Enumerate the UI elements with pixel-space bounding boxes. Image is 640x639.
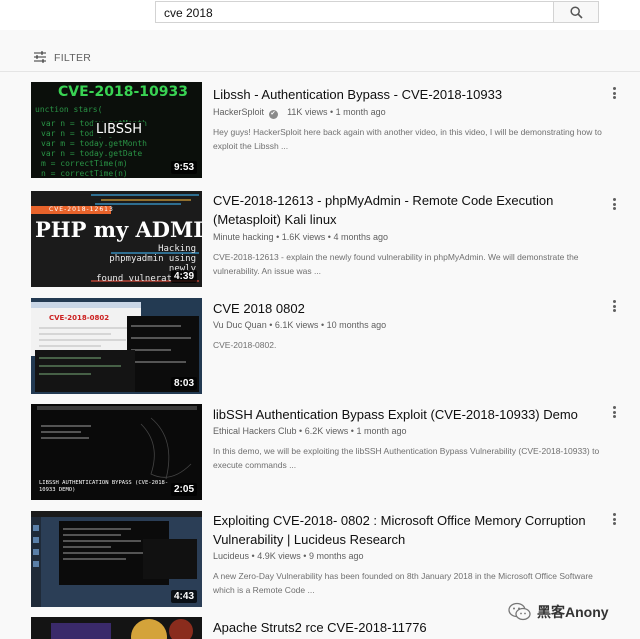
view-count: 6.2K views bbox=[304, 426, 349, 436]
channel-name[interactable]: Lucideus bbox=[213, 551, 249, 561]
view-count: 11K views bbox=[287, 107, 328, 117]
channel-name[interactable]: Ethical Hackers Club bbox=[213, 426, 297, 436]
svg-text:var m = today.getMonth: var m = today.getMonth bbox=[41, 139, 147, 148]
view-count: 4.9K views bbox=[257, 551, 301, 561]
video-meta: Minute hacking • 1.6K views • 4 months a… bbox=[213, 232, 388, 242]
video-result[interactable]: unction stars( var n = today.getMonth va… bbox=[0, 82, 640, 182]
video-title[interactable]: Libssh - Authentication Bypass - CVE-201… bbox=[213, 85, 603, 104]
youtube-search-results-page: cve 2018 FILTER unction stars( var n = v… bbox=[0, 0, 640, 639]
more-options-icon[interactable] bbox=[608, 196, 620, 212]
video-meta: Ethical Hackers Club • 6.2K views • 1 mo… bbox=[213, 426, 406, 436]
thumbnail-subtitle: LIBSSH bbox=[93, 122, 146, 137]
upload-age: 1 month ago bbox=[356, 426, 407, 436]
more-options-icon[interactable] bbox=[608, 85, 620, 101]
svg-text:n = correctTime(n): n = correctTime(n) bbox=[41, 169, 128, 178]
video-title[interactable]: CVE 2018 0802 bbox=[213, 299, 603, 318]
meta-separator: • bbox=[299, 426, 303, 436]
view-count: 1.6K views bbox=[281, 232, 326, 242]
video-title[interactable]: Exploiting CVE-2018- 0802 : Microsoft Of… bbox=[213, 511, 603, 549]
filter-row[interactable]: FILTER bbox=[0, 44, 640, 72]
channel-name[interactable]: Minute hacking bbox=[213, 232, 274, 242]
watermark-text: 黑客Anony bbox=[537, 604, 609, 620]
video-duration: 8:03 bbox=[170, 377, 197, 390]
video-thumbnail[interactable]: LIBSSH AUTHENTICATION BYPASS (CVE-2018-1… bbox=[31, 404, 202, 500]
meta-separator: • bbox=[329, 107, 334, 117]
video-meta: Lucideus • 4.9K views • 9 months ago bbox=[213, 551, 363, 561]
video-thumbnail[interactable]: 4:43 bbox=[31, 511, 202, 607]
video-result[interactable]: 4:43 Exploiting CVE-2018- 0802 : Microso… bbox=[0, 511, 640, 611]
more-options-icon[interactable] bbox=[608, 511, 620, 527]
verified-icon: ✔ bbox=[268, 110, 278, 119]
thumbnail-banner: CVE-2018-12613 bbox=[49, 206, 114, 213]
video-duration: 2:05 bbox=[170, 483, 197, 496]
channel-name[interactable]: Vu Duc Quan bbox=[213, 320, 267, 330]
video-description: CVE-2018-0802. bbox=[213, 340, 277, 350]
video-description: Hey guys! HackerSploit here back again w… bbox=[213, 127, 602, 151]
thumbnail-title: PHP my ADMIN bbox=[35, 217, 202, 242]
meta-separator: • bbox=[320, 320, 325, 330]
video-duration: 9:53 bbox=[170, 161, 197, 174]
search-icon bbox=[569, 5, 583, 19]
video-thumbnail[interactable]: CVE-2018-12613 PHP my ADMIN Hacking phpm… bbox=[31, 191, 202, 287]
search-input[interactable]: cve 2018 bbox=[155, 1, 554, 23]
svg-text:var n = today.getDate: var n = today.getDate bbox=[41, 149, 142, 158]
search-button[interactable] bbox=[553, 1, 599, 23]
video-title[interactable]: libSSH Authentication Bypass Exploit (CV… bbox=[213, 405, 603, 424]
filter-label[interactable]: FILTER bbox=[54, 52, 91, 64]
video-title[interactable]: CVE-2018-12613 - phpMyAdmin - Remote Cod… bbox=[213, 191, 603, 229]
upload-age: 9 months ago bbox=[308, 551, 364, 561]
video-thumbnail[interactable]: CVE-2018-0802 8:03 bbox=[31, 298, 202, 394]
more-options-icon[interactable] bbox=[608, 404, 620, 420]
meta-separator: • bbox=[269, 320, 273, 330]
video-duration: 4:43 bbox=[170, 590, 197, 603]
view-count: 6.1K views bbox=[274, 320, 319, 330]
meta-separator: • bbox=[251, 551, 255, 561]
meta-separator: • bbox=[350, 426, 354, 436]
top-bar: cve 2018 bbox=[0, 0, 640, 30]
svg-text:unction stars(: unction stars( bbox=[35, 105, 102, 114]
video-result[interactable]: CVE-2018-12613 PHP my ADMIN Hacking phpm… bbox=[0, 191, 640, 291]
watermark: 黑客Anony bbox=[508, 600, 628, 624]
thumbnail-image bbox=[31, 617, 202, 639]
thumbnail-title: CVE-2018-10933 bbox=[58, 84, 188, 100]
video-result[interactable]: LIBSSH AUTHENTICATION BYPASS (CVE-2018-1… bbox=[0, 404, 640, 504]
video-result[interactable]: CVE-2018-0802 8:03 CVE 2018 0802 Vu Duc … bbox=[0, 298, 640, 398]
meta-separator bbox=[282, 107, 285, 117]
video-meta: HackerSploit ✔ 11K views • 1 month ago bbox=[213, 107, 386, 119]
filter-icon bbox=[34, 51, 46, 63]
upload-age: 4 months ago bbox=[333, 232, 388, 242]
upload-age: 10 months ago bbox=[326, 320, 387, 330]
video-thumbnail[interactable] bbox=[31, 617, 202, 639]
svg-text:m = correctTime(m): m = correctTime(m) bbox=[41, 159, 128, 168]
thumbnail-title: CVE-2018-0802 bbox=[49, 314, 110, 322]
video-duration: 4:39 bbox=[170, 270, 197, 283]
meta-separator: • bbox=[303, 551, 307, 561]
upload-age: 1 month ago bbox=[335, 107, 386, 117]
thumbnail-caption: LIBSSH AUTHENTICATION BYPASS (CVE-2018-1… bbox=[39, 480, 169, 493]
channel-name[interactable]: HackerSploit bbox=[213, 107, 264, 117]
wechat-icon bbox=[508, 602, 531, 621]
video-description: In this demo, we will be exploiting the … bbox=[213, 446, 600, 470]
video-meta: Vu Duc Quan • 6.1K views • 10 months ago bbox=[213, 320, 386, 330]
meta-separator: • bbox=[327, 232, 331, 242]
more-options-icon[interactable] bbox=[608, 298, 620, 314]
meta-separator: • bbox=[276, 232, 280, 242]
video-description: CVE-2018-12613 - explain the newly found… bbox=[213, 252, 579, 276]
video-thumbnail[interactable]: unction stars( var n = today.getMonth va… bbox=[31, 82, 202, 178]
video-description: A new Zero-Day Vulnerability has been fo… bbox=[213, 571, 593, 595]
